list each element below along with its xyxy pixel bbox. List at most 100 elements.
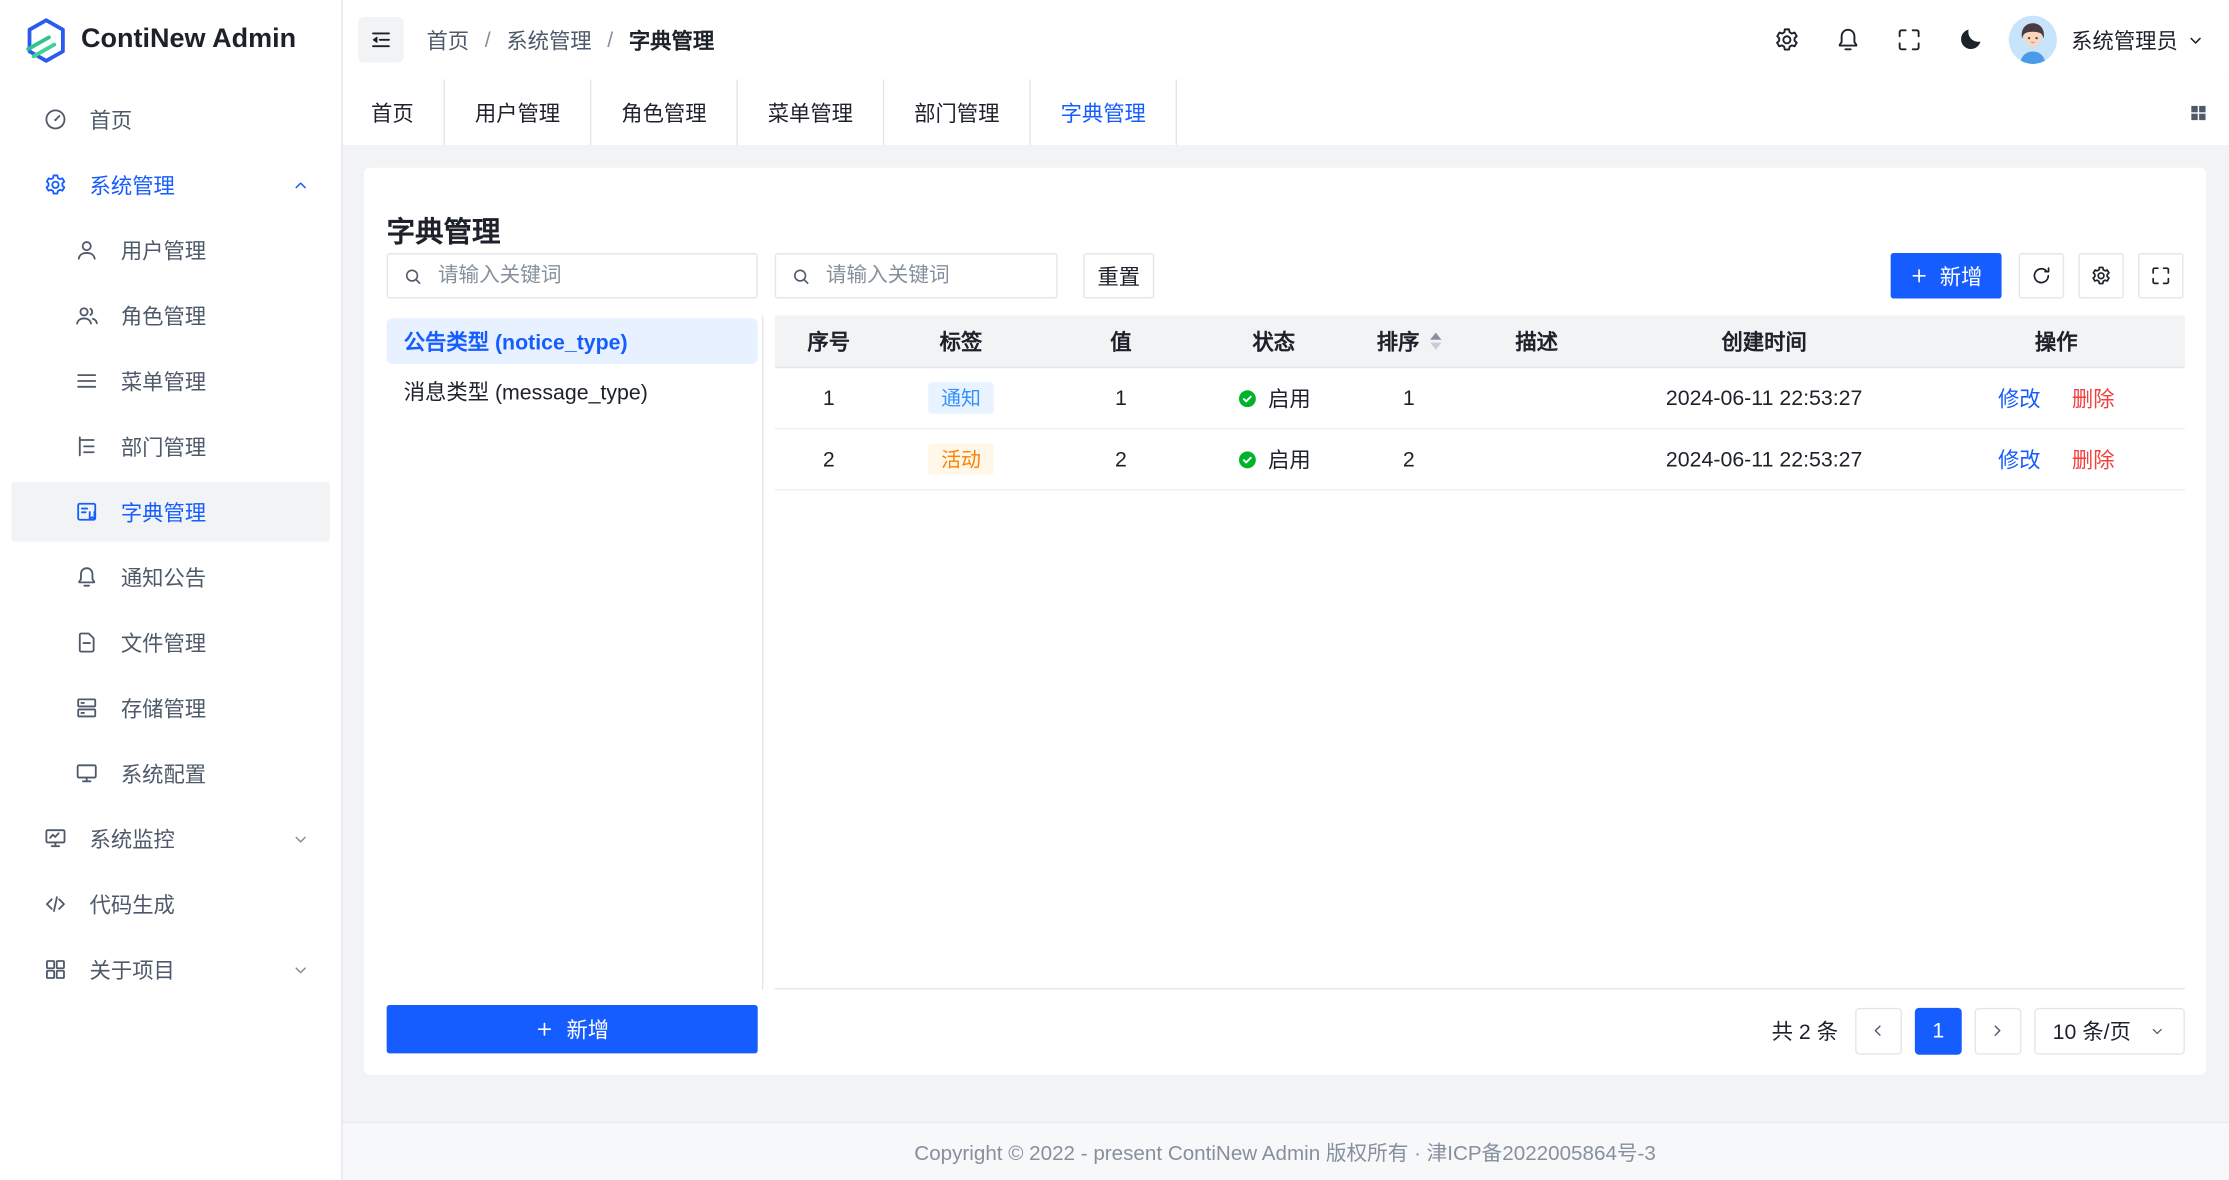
pagination-prev-button[interactable] xyxy=(1855,1007,1902,1054)
refresh-button[interactable] xyxy=(2019,253,2064,298)
delete-link[interactable]: 删除 xyxy=(2072,383,2115,413)
table-row: 1 通知 1 启用 1 2024-06-11 22:53:27 xyxy=(775,368,2185,429)
avatar[interactable] xyxy=(2009,16,2057,64)
sidebar-item-label: 关于项目 xyxy=(90,955,175,985)
chevron-right-icon xyxy=(1988,1021,2008,1041)
fullscreen-icon xyxy=(1895,26,1923,54)
status-badge: 启用 xyxy=(1237,383,1311,413)
delete-link[interactable]: 删除 xyxy=(2072,444,2115,474)
column-header-actions: 操作 xyxy=(1928,326,2185,356)
tab-dept-management[interactable]: 部门管理 xyxy=(884,80,1030,145)
cell-status: 启用 xyxy=(1203,383,1345,413)
sidebar-item-storage-management[interactable]: 存储管理 xyxy=(11,678,329,738)
app-title: ContiNew Admin xyxy=(81,24,296,55)
dict-type-item-notice[interactable]: 公告类型 (notice_type) xyxy=(387,318,758,363)
edit-link[interactable]: 修改 xyxy=(1998,383,2041,413)
topbar-actions: 系统管理员 xyxy=(1743,16,2206,64)
sort-desc-icon xyxy=(1429,343,1440,350)
menu-lines-icon xyxy=(74,368,100,394)
tag-badge: 通知 xyxy=(928,382,993,413)
sidebar-item-label: 系统监控 xyxy=(90,824,175,854)
add-dict-type-button[interactable]: 新增 xyxy=(387,1005,758,1053)
cell-created: 2024-06-11 22:53:27 xyxy=(1601,447,1928,471)
breadcrumb-item-system[interactable]: 系统管理 xyxy=(506,25,591,55)
dict-item-search-field[interactable] xyxy=(823,263,1042,289)
monitor-chart-icon xyxy=(43,826,69,852)
refresh-icon xyxy=(2030,264,2053,287)
cell-created: 2024-06-11 22:53:27 xyxy=(1601,386,1928,410)
sidebar-item-menu-management[interactable]: 菜单管理 xyxy=(11,351,329,411)
tab-role-management[interactable]: 角色管理 xyxy=(591,80,737,145)
fullscreen-button[interactable] xyxy=(1892,23,1926,57)
tab-dict-management[interactable]: 字典管理 xyxy=(1031,80,1177,145)
cell-actions: 修改 删除 xyxy=(1928,444,2185,474)
dict-type-item-message[interactable]: 消息类型 (message_type) xyxy=(387,368,758,413)
sidebar-item-home[interactable]: 首页 xyxy=(11,90,329,150)
dict-type-search-input[interactable] xyxy=(387,253,758,298)
pagination-page-1[interactable]: 1 xyxy=(1915,1007,1962,1054)
bell-icon xyxy=(74,564,100,590)
tag-badge: 活动 xyxy=(928,444,993,475)
table-header-row: 序号 标签 值 状态 排序 描述 创建时间 操作 xyxy=(775,316,2185,369)
sidebar-item-label: 字典管理 xyxy=(121,497,206,527)
sidebar-item-dict-management[interactable]: 字典管理 xyxy=(11,482,329,542)
sort-control[interactable] xyxy=(1429,333,1440,350)
sidebar-item-notice[interactable]: 通知公告 xyxy=(11,547,329,607)
column-header-value: 值 xyxy=(1039,326,1202,356)
status-badge: 启用 xyxy=(1237,444,1311,474)
dictionary-icon xyxy=(74,499,100,525)
sidebar-item-about-project[interactable]: 关于项目 xyxy=(11,940,329,1000)
sidebar-item-label: 系统配置 xyxy=(121,758,206,788)
column-header-status: 状态 xyxy=(1203,326,1345,356)
current-user-name[interactable]: 系统管理员 xyxy=(2071,25,2178,55)
sidebar-collapse-button[interactable] xyxy=(358,17,403,62)
code-icon xyxy=(43,891,69,917)
breadcrumb-item-home[interactable]: 首页 xyxy=(426,25,469,55)
table-fullscreen-button[interactable] xyxy=(2138,253,2183,298)
tab-menu-management[interactable]: 菜单管理 xyxy=(738,80,884,145)
users-icon xyxy=(74,303,100,329)
sidebar-item-file-management[interactable]: 文件管理 xyxy=(11,613,329,673)
desktop-icon xyxy=(74,761,100,787)
sidebar-item-role-management[interactable]: 角色管理 xyxy=(11,286,329,346)
cell-actions: 修改 删除 xyxy=(1928,383,2185,413)
sidebar-item-system-monitor[interactable]: 系统监控 xyxy=(11,809,329,869)
pagination: 共 2 条 1 10 条/页 xyxy=(1772,1006,2185,1054)
chevron-down-icon xyxy=(2148,1021,2166,1039)
notifications-button[interactable] xyxy=(1831,23,1865,57)
sidebar-item-user-management[interactable]: 用户管理 xyxy=(11,220,329,280)
sidebar-item-label: 首页 xyxy=(90,104,133,134)
dict-type-search-field[interactable] xyxy=(435,263,742,289)
tab-user-management[interactable]: 用户管理 xyxy=(445,80,591,145)
dark-mode-button[interactable] xyxy=(1953,23,1987,57)
pagination-next-button[interactable] xyxy=(1974,1007,2021,1054)
dict-item-search-input[interactable] xyxy=(775,253,1058,298)
sidebar-item-system-management[interactable]: 系统管理 xyxy=(11,155,329,215)
sidebar-item-label: 系统管理 xyxy=(90,170,175,200)
page-size-select[interactable]: 10 条/页 xyxy=(2034,1007,2185,1054)
column-header-sort: 排序 xyxy=(1345,326,1473,356)
sidebar-item-dept-management[interactable]: 部门管理 xyxy=(11,417,329,477)
chevron-down-icon[interactable] xyxy=(2185,29,2206,50)
tab-home[interactable]: 首页 xyxy=(341,80,445,145)
gear-icon xyxy=(2090,264,2113,287)
sidebar-item-label: 文件管理 xyxy=(121,628,206,658)
pagination-total: 共 2 条 xyxy=(1772,1016,1838,1046)
file-icon xyxy=(74,630,100,656)
cell-tag: 活动 xyxy=(883,444,1039,475)
sidebar-item-code-generation[interactable]: 代码生成 xyxy=(11,874,329,934)
table-settings-button[interactable] xyxy=(2078,253,2123,298)
cell-tag: 通知 xyxy=(883,382,1039,413)
tab-actions-button[interactable] xyxy=(2188,80,2229,145)
dashboard-icon xyxy=(43,107,69,133)
breadcrumb-item-current: 字典管理 xyxy=(629,25,714,55)
add-dict-item-button[interactable]: 新增 xyxy=(1891,253,2002,298)
check-circle-icon xyxy=(1237,387,1258,408)
check-circle-icon xyxy=(1237,449,1258,470)
column-header-created: 创建时间 xyxy=(1601,326,1928,356)
sort-asc-icon xyxy=(1429,333,1440,340)
settings-button[interactable] xyxy=(1770,23,1804,57)
edit-link[interactable]: 修改 xyxy=(1998,444,2041,474)
sidebar-item-system-config[interactable]: 系统配置 xyxy=(11,743,329,803)
reset-button[interactable]: 重置 xyxy=(1083,253,1154,298)
